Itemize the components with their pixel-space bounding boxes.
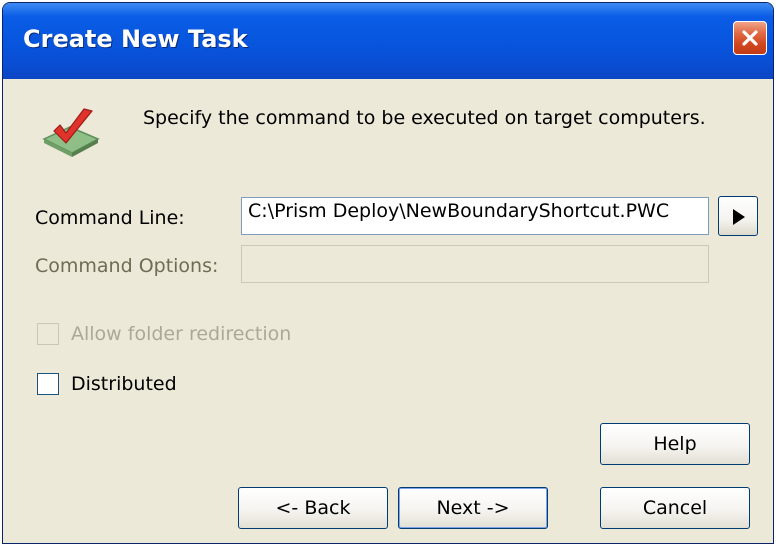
- create-new-task-dialog: Create New Task Specify the command to b…: [2, 2, 774, 544]
- allow-folder-redirection-option[interactable]: Allow folder redirection: [37, 323, 291, 345]
- dialog-body: Specify the command to be executed on ta…: [3, 79, 773, 543]
- command-options-input[interactable]: [241, 245, 709, 283]
- back-button[interactable]: <- Back: [238, 487, 388, 529]
- next-button[interactable]: Next ->: [398, 487, 548, 529]
- distributed-checkbox[interactable]: [37, 373, 59, 395]
- cancel-button[interactable]: Cancel: [600, 487, 750, 529]
- instruction-text: Specify the command to be executed on ta…: [143, 107, 706, 129]
- window-title: Create New Task: [23, 25, 248, 53]
- distributed-label: Distributed: [71, 373, 177, 395]
- checkmark-task-icon: [40, 105, 104, 166]
- allow-folder-redirection-checkbox[interactable]: [37, 323, 59, 345]
- title-bar[interactable]: Create New Task: [3, 3, 773, 79]
- close-icon: [742, 30, 758, 46]
- distributed-option[interactable]: Distributed: [37, 373, 177, 395]
- help-button[interactable]: Help: [600, 423, 750, 465]
- command-line-input[interactable]: C:\Prism Deploy\NewBoundaryShortcut.PWC: [241, 197, 709, 235]
- command-options-label: Command Options:: [35, 255, 219, 277]
- browse-arrow-button[interactable]: [718, 196, 758, 236]
- allow-folder-redirection-label: Allow folder redirection: [71, 323, 292, 345]
- play-arrow-icon: [733, 209, 745, 225]
- close-button[interactable]: [733, 21, 767, 55]
- command-line-label: Command Line:: [35, 207, 185, 229]
